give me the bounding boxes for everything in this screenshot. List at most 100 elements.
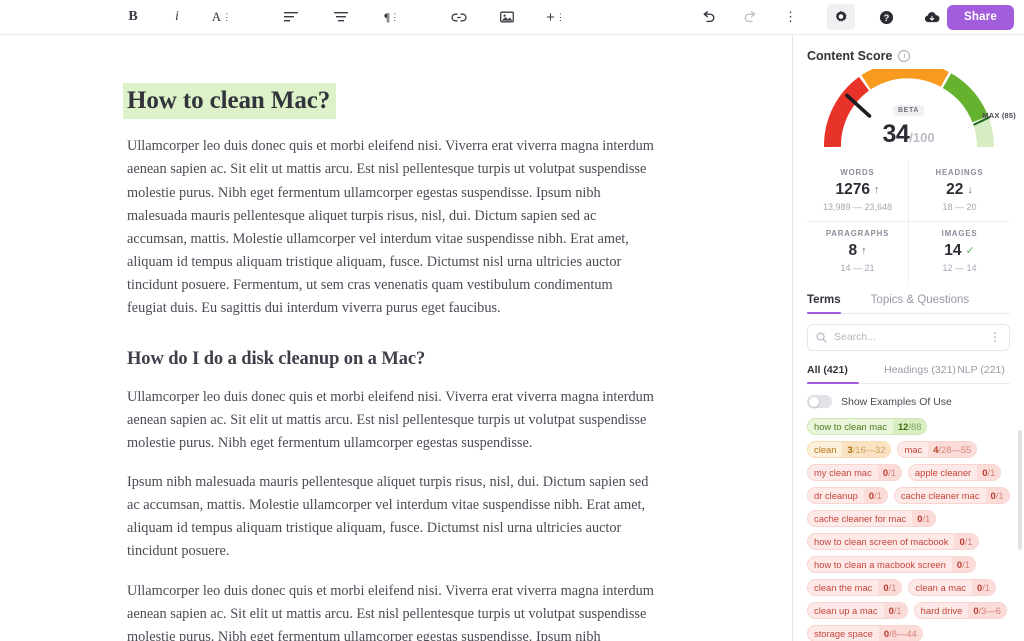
link-icon bbox=[451, 12, 467, 23]
metric-value-row: 8 ↑ bbox=[807, 242, 908, 260]
term-tag-count: 0/1 bbox=[954, 534, 977, 549]
term-tag[interactable]: clean3/16—32 bbox=[807, 441, 891, 458]
term-tag-label: clean up a mac bbox=[808, 603, 884, 618]
document-paragraph: Ipsum nibh malesuada mauris pellentesque… bbox=[127, 471, 654, 564]
term-tag[interactable]: clean the mac0/1 bbox=[807, 579, 902, 596]
term-tag[interactable]: how to clean screen of macbook0/1 bbox=[807, 533, 979, 550]
bold-button[interactable]: B bbox=[118, 4, 148, 30]
term-tag[interactable]: dr cleanup0/1 bbox=[807, 487, 888, 504]
bold-glyph: B bbox=[128, 9, 137, 25]
metric-indicator-down-icon: ↓ bbox=[967, 184, 973, 196]
term-tag-label: mac bbox=[898, 442, 928, 457]
metric-label: PARAGRAPHS bbox=[807, 229, 908, 238]
subtab-nlp[interactable]: NLP (221) bbox=[957, 360, 1010, 383]
metric-value-row: 1276 ↑ bbox=[807, 181, 908, 199]
insert-more-button[interactable]: + ⋮ bbox=[540, 4, 570, 30]
metrics-row: WORDS 1276 ↑ 13,989 — 23,648 HEADINGS 22… bbox=[807, 161, 1010, 221]
main-split: How to clean Mac? Ullamcorper leo duis d… bbox=[0, 35, 1024, 641]
metric-label: WORDS bbox=[807, 168, 908, 177]
metric-images: IMAGES 14 ✓ 12 — 14 bbox=[909, 222, 1010, 282]
term-tag-count: 0/3—6 bbox=[968, 603, 1006, 618]
term-tag-label: clean the mac bbox=[808, 580, 878, 595]
tab-topics-questions[interactable]: Topics & Questions bbox=[871, 288, 969, 313]
search-options-kebab-icon[interactable]: ⋮ bbox=[989, 331, 1001, 343]
chevron-dots-icon: ⋮ bbox=[222, 12, 230, 23]
document-title-wrap: How to clean Mac? bbox=[127, 83, 654, 119]
content-score-gauge: BETA 34 /100 MAX (85) bbox=[793, 69, 1024, 151]
document-paragraph: Ullamcorper leo duis donec quis et morbi… bbox=[127, 135, 654, 320]
metric-indicator-up-icon: ↑ bbox=[874, 184, 880, 196]
term-tag-count: 0/1 bbox=[986, 488, 1009, 503]
search-box[interactable]: ⋮ bbox=[807, 324, 1010, 352]
term-tag[interactable]: storage space0/8—44 bbox=[807, 625, 923, 641]
metric-value-row: 14 ✓ bbox=[909, 242, 1010, 260]
page-title: How to clean Mac? bbox=[123, 83, 336, 119]
term-tag-count: 3/16—32 bbox=[842, 442, 890, 457]
show-examples-label: Show Examples Of Use bbox=[841, 396, 952, 408]
undo-button[interactable] bbox=[693, 4, 723, 30]
term-tag-count: 0/1 bbox=[972, 580, 995, 595]
metric-range: 14 — 21 bbox=[807, 263, 908, 273]
term-tag[interactable]: mac4/28—55 bbox=[897, 441, 977, 458]
tab-terms[interactable]: Terms bbox=[807, 288, 841, 313]
redo-icon bbox=[743, 11, 758, 23]
settings-button[interactable] bbox=[827, 4, 855, 30]
save-cloud-button[interactable] bbox=[917, 4, 947, 30]
redo-button[interactable] bbox=[735, 4, 765, 30]
term-tag-count: 0/8—44 bbox=[879, 626, 922, 641]
term-tag-count: 0/1 bbox=[878, 465, 901, 480]
term-tag[interactable]: hard drive0/3—6 bbox=[914, 602, 1007, 619]
align-center-icon bbox=[334, 12, 349, 23]
show-examples-toggle[interactable] bbox=[807, 395, 832, 408]
metric-headings: HEADINGS 22 ↓ 18 — 20 bbox=[909, 161, 1010, 221]
info-icon[interactable]: i bbox=[898, 50, 910, 62]
insert-image-button[interactable] bbox=[492, 4, 522, 30]
align-left-button[interactable] bbox=[276, 4, 306, 30]
document-paragraph: Ullamcorper leo duis donec quis et morbi… bbox=[127, 386, 654, 455]
metrics-grid: WORDS 1276 ↑ 13,989 — 23,648 HEADINGS 22… bbox=[807, 161, 1010, 282]
sidebar-tabs: Terms Topics & Questions bbox=[807, 288, 1010, 314]
gauge-score-value: 34 bbox=[882, 120, 909, 149]
subtab-all[interactable]: All (421) bbox=[807, 360, 884, 383]
align-center-button[interactable] bbox=[326, 4, 356, 30]
metric-label: HEADINGS bbox=[909, 168, 1010, 177]
term-tag[interactable]: cache cleaner for mac0/1 bbox=[807, 510, 936, 527]
document-heading: How do I do a disk cleanup on a Mac? bbox=[127, 349, 654, 370]
term-tag-label: cache cleaner for mac bbox=[808, 511, 912, 526]
toolbar-action-group: ⋮ ? Share bbox=[693, 4, 1014, 30]
term-tag-label: apple cleaner bbox=[909, 465, 977, 480]
metric-indicator-up-icon: ↑ bbox=[861, 245, 867, 257]
italic-glyph: i bbox=[175, 9, 179, 25]
more-options-button[interactable]: ⋮ bbox=[775, 4, 805, 30]
term-tag[interactable]: cache cleaner mac0/1 bbox=[894, 487, 1010, 504]
document-content[interactable]: How to clean Mac? Ullamcorper leo duis d… bbox=[0, 35, 792, 641]
term-tag[interactable]: my clean mac0/1 bbox=[807, 464, 902, 481]
align-left-icon bbox=[284, 12, 299, 23]
kebab-icon: ⋮ bbox=[784, 9, 796, 25]
metric-words: WORDS 1276 ↑ 13,989 — 23,648 bbox=[807, 161, 909, 221]
metric-value-row: 22 ↓ bbox=[909, 181, 1010, 199]
sidebar-scrollbar[interactable] bbox=[1018, 430, 1022, 550]
paragraph-style-button[interactable]: ¶ ⋮ bbox=[376, 4, 406, 30]
gear-icon bbox=[834, 10, 848, 24]
font-style-button[interactable]: A ⋮ bbox=[206, 4, 236, 30]
term-tag-count: 0/1 bbox=[884, 603, 907, 618]
share-button[interactable]: Share bbox=[947, 5, 1014, 30]
metric-value: 14 bbox=[944, 242, 961, 260]
term-tag[interactable]: clean up a mac0/1 bbox=[807, 602, 908, 619]
term-tag-label: clean bbox=[808, 442, 842, 457]
toolbar-format-group: B i A ⋮ ¶ ⋮ bbox=[118, 4, 570, 30]
term-tag-count: 0/1 bbox=[952, 557, 975, 572]
term-tag-label: how to clean mac bbox=[808, 419, 893, 434]
term-tag[interactable]: how to clean mac12/88 bbox=[807, 418, 927, 435]
term-tag[interactable]: how to clean a macbook screen0/1 bbox=[807, 556, 976, 573]
term-tag[interactable]: apple cleaner0/1 bbox=[908, 464, 1001, 481]
term-tag[interactable]: clean a mac0/1 bbox=[908, 579, 996, 596]
help-button[interactable]: ? bbox=[871, 4, 901, 30]
subtab-headings[interactable]: Headings (321) bbox=[884, 360, 957, 383]
italic-button[interactable]: i bbox=[162, 4, 192, 30]
document-pane[interactable]: How to clean Mac? Ullamcorper leo duis d… bbox=[0, 35, 793, 641]
search-input[interactable] bbox=[834, 331, 982, 343]
content-score-sidebar: Content Score i bbox=[793, 35, 1024, 641]
insert-link-button[interactable] bbox=[444, 4, 474, 30]
